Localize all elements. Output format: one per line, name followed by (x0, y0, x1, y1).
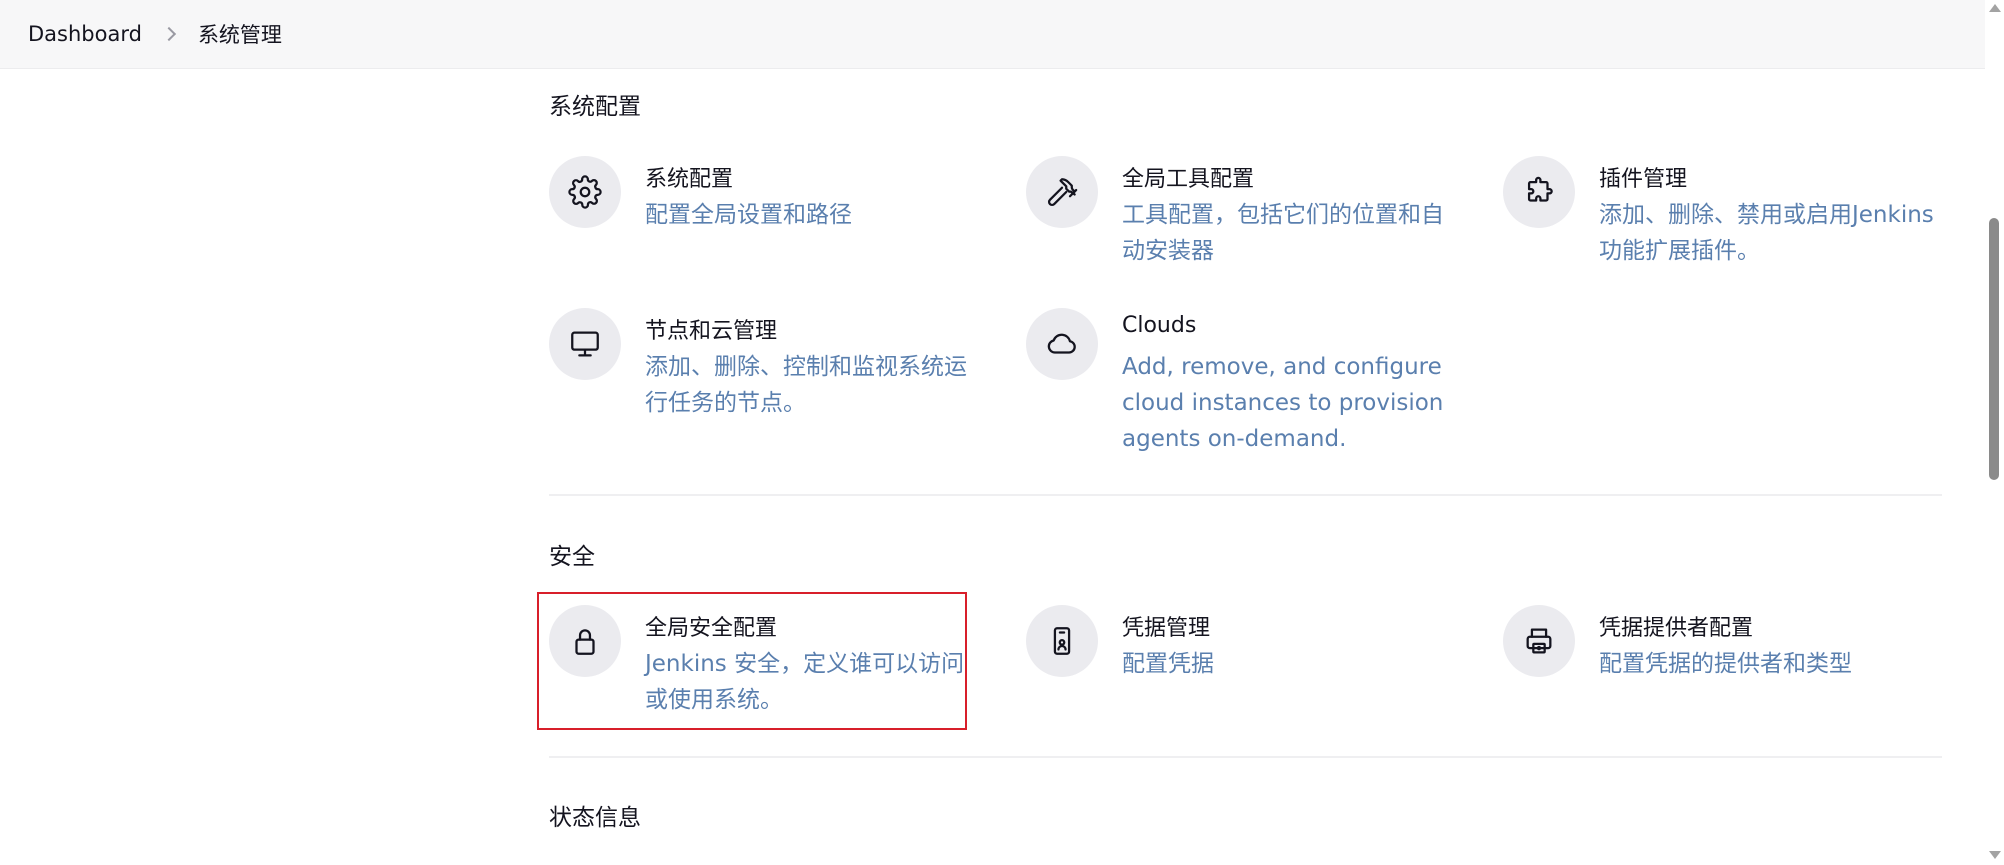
item-desc: 配置凭据 (1122, 651, 1214, 677)
item-title: Clouds (1122, 313, 1197, 338)
item-title: 插件管理 (1599, 167, 1688, 192)
item-title: 凭据管理 (1122, 616, 1211, 641)
provider-icon (1503, 605, 1575, 677)
item-title: 节点和云管理 (645, 319, 778, 344)
scroll-up-arrow-icon[interactable] (1989, 4, 2001, 12)
lock-icon (549, 605, 621, 677)
section-title-status: 状态信息 (549, 805, 641, 831)
id-card-icon (1026, 605, 1098, 677)
item-title: 系统配置 (645, 167, 734, 192)
item-title: 全局安全配置 (645, 616, 778, 641)
gear-icon (549, 156, 621, 228)
section-divider (549, 494, 1942, 496)
hammer-icon (1026, 156, 1098, 228)
section-title-security: 安全 (549, 544, 595, 570)
section-divider (549, 756, 1942, 758)
vertical-scrollbar[interactable] (1985, 0, 2004, 865)
item-title: 凭据提供者配置 (1599, 616, 1754, 641)
breadcrumb: Dashboard 系统管理 (0, 0, 1985, 69)
item-desc: 添加、删除、控制和监视系统运行任务的节点。 (645, 354, 967, 416)
puzzle-icon (1503, 156, 1575, 228)
item-title: 全局工具配置 (1122, 167, 1255, 192)
scroll-down-arrow-icon[interactable] (1989, 851, 2001, 859)
item-desc: Jenkins 安全，定义谁可以访问或使用系统。 (645, 651, 965, 713)
monitor-icon (549, 308, 621, 380)
item-desc: 添加、删除、禁用或启用Jenkins功能扩展插件。 (1599, 202, 1934, 264)
cloud-icon (1026, 308, 1098, 380)
item-desc: Add, remove, and configure cloud instanc… (1122, 354, 1444, 452)
item-desc: 配置凭据的提供者和类型 (1599, 651, 1852, 677)
breadcrumb-dashboard[interactable]: Dashboard (28, 22, 142, 46)
chevron-right-icon (161, 26, 177, 42)
item-desc: 配置全局设置和路径 (645, 202, 852, 228)
section-title-system-config: 系统配置 (549, 94, 641, 120)
breadcrumb-current[interactable]: 系统管理 (198, 19, 282, 49)
item-desc: 工具配置，包括它们的位置和自动安装器 (1122, 202, 1444, 264)
scrollbar-thumb[interactable] (1989, 218, 1999, 480)
